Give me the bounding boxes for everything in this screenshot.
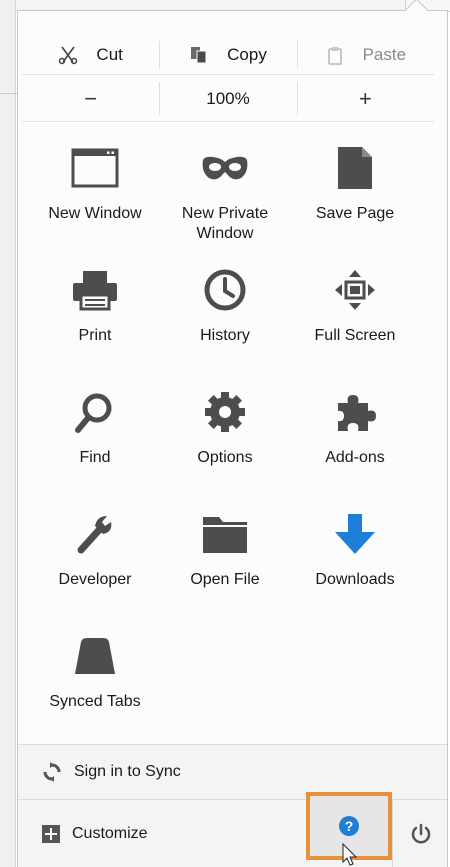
help-icon: ?	[339, 816, 359, 836]
window-divider	[0, 93, 17, 94]
zoom-in-button[interactable]: +	[296, 76, 434, 121]
private-mask-icon	[202, 156, 248, 180]
downloads-label: Downloads	[315, 571, 395, 588]
wrench-icon	[77, 516, 112, 554]
plus-box-icon	[42, 824, 60, 843]
cut-button[interactable]: Cut	[22, 35, 159, 74]
sync-label: Sign in to Sync	[74, 763, 181, 780]
zoom-reset-button[interactable]: 100%	[159, 76, 296, 121]
copy-button[interactable]: Copy	[159, 35, 296, 74]
menu-grid: New Window New Private Window Save Page	[30, 140, 430, 750]
synced-tabs-icon	[75, 638, 115, 674]
find-label: Find	[79, 449, 111, 466]
open-file-button[interactable]: Open File	[160, 506, 290, 628]
zoom-level: 100%	[206, 88, 250, 108]
download-arrow-icon	[335, 514, 375, 554]
options-button[interactable]: Options	[160, 384, 290, 506]
synced-tabs-label: Synced Tabs	[49, 693, 141, 710]
new-window-label: New Window	[48, 205, 142, 222]
puzzle-icon	[338, 395, 376, 431]
bottom-bar: Customize ?	[18, 792, 448, 867]
new-private-window-label: New Private Window	[181, 205, 269, 242]
gear-icon	[205, 392, 245, 432]
downloads-button[interactable]: Downloads	[290, 506, 420, 628]
fullscreen-arrows-icon	[335, 270, 375, 310]
cut-label: Cut	[96, 44, 123, 64]
history-button[interactable]: History	[160, 262, 290, 384]
add-ons-label: Add-ons	[325, 449, 385, 466]
copy-label: Copy	[227, 44, 267, 64]
developer-button[interactable]: Developer	[30, 506, 160, 628]
clipboard-icon	[327, 46, 342, 65]
svg-text:?: ?	[345, 818, 354, 834]
new-window-icon	[71, 148, 119, 188]
scissors-icon	[59, 46, 78, 64]
paste-button[interactable]: Paste	[296, 35, 434, 74]
sign-in-to-sync-button[interactable]: Sign in to Sync	[18, 745, 447, 799]
zoom-out-button[interactable]: −	[22, 76, 159, 121]
edit-controls: Cut Copy Paste	[22, 35, 434, 75]
new-private-window-button[interactable]: New Private Window	[160, 140, 290, 262]
zoom-in-label: +	[358, 85, 372, 111]
full-screen-label: Full Screen	[314, 327, 396, 344]
full-screen-button[interactable]: Full Screen	[290, 262, 420, 384]
save-page-icon	[338, 147, 372, 189]
copy-icon	[191, 46, 207, 63]
window-left-edge	[0, 0, 16, 867]
print-button[interactable]: Print	[30, 262, 160, 384]
history-label: History	[200, 327, 250, 344]
quit-button[interactable]	[392, 800, 448, 867]
options-label: Options	[197, 449, 253, 466]
print-label: Print	[78, 327, 112, 344]
clock-icon	[204, 269, 246, 311]
developer-label: Developer	[58, 571, 132, 588]
open-file-label: Open File	[190, 571, 260, 588]
folder-icon	[203, 517, 247, 553]
synced-tabs-button[interactable]: Synced Tabs	[30, 628, 160, 750]
sync-icon	[43, 762, 61, 782]
mouse-cursor-icon	[342, 843, 358, 866]
power-icon	[411, 823, 430, 843]
new-window-button[interactable]: New Window	[30, 140, 160, 262]
find-button[interactable]: Find	[30, 384, 160, 506]
paste-label: Paste	[362, 44, 407, 64]
customize-label: Customize	[72, 824, 148, 842]
magnifier-icon	[75, 393, 112, 433]
add-ons-button[interactable]: Add-ons	[290, 384, 420, 506]
zoom-out-label: −	[84, 85, 98, 111]
printer-icon	[73, 271, 117, 311]
zoom-controls: − 100% +	[22, 76, 434, 122]
save-page-button[interactable]: Save Page	[290, 140, 420, 262]
save-page-label: Save Page	[315, 205, 395, 222]
